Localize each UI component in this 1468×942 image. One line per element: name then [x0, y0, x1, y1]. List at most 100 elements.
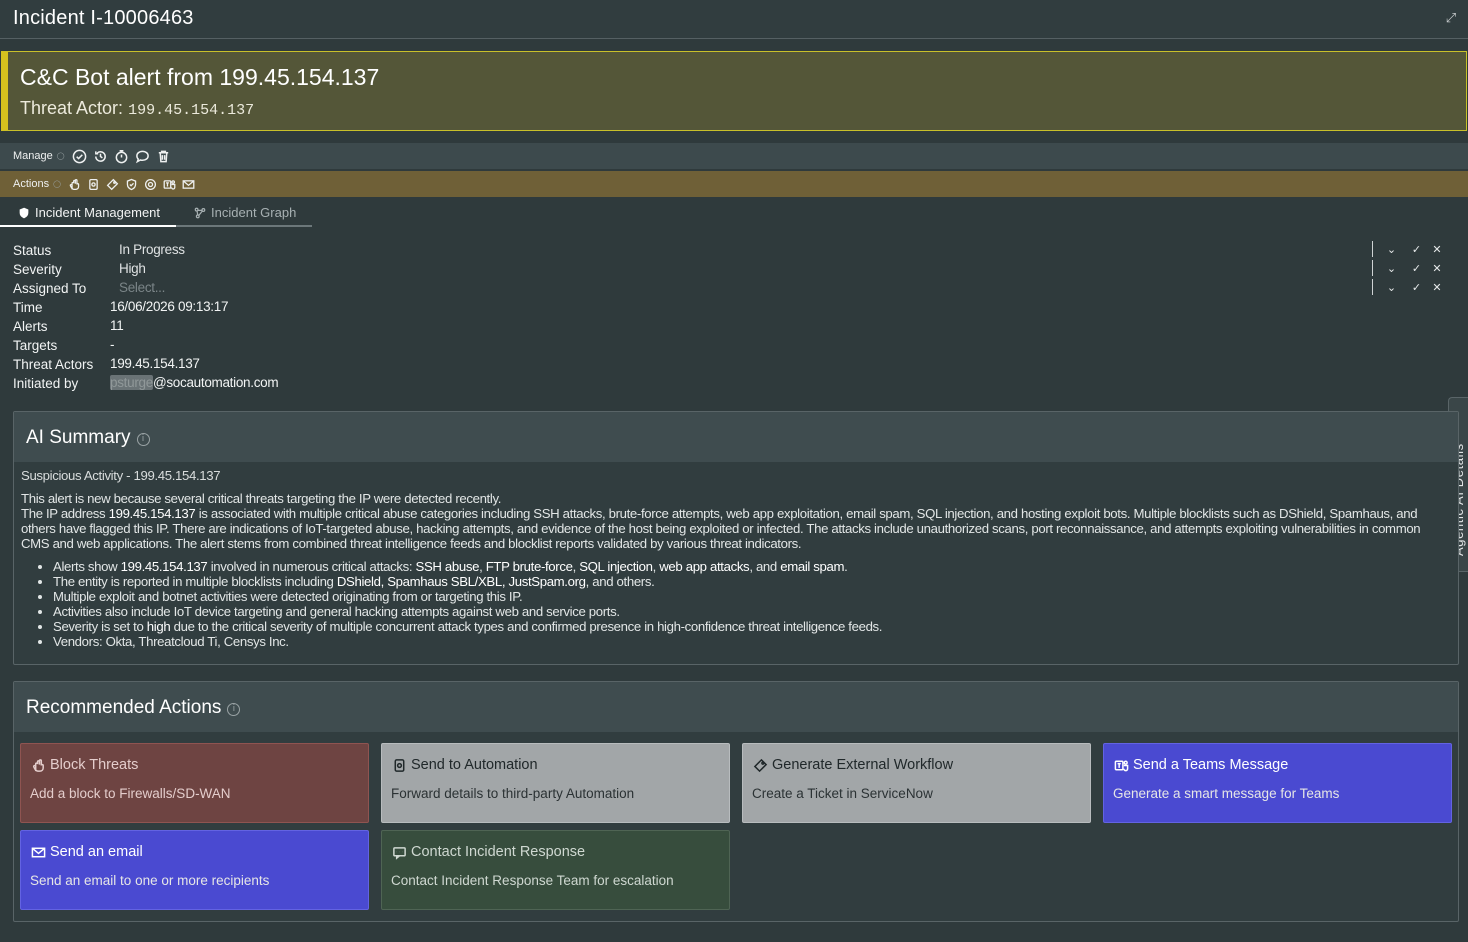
field-label: Threat Actors [13, 357, 94, 372]
send-email-card[interactable]: Send an email Send an email to one or mo… [20, 830, 369, 910]
check-icon[interactable]: ✓ [1404, 281, 1429, 294]
card-title: Send an email [31, 844, 143, 860]
send-to-automation-card[interactable]: Send to Automation Forward details to th… [381, 743, 730, 823]
status-select[interactable]: In Progress [119, 242, 185, 257]
field-assigned-to: Assigned To Select... ⌄ ✓ ✕ [13, 278, 1453, 297]
info-icon: ◯ [56, 153, 65, 160]
tab-incident-management[interactable]: Incident Management [0, 200, 177, 227]
ticket-icon [753, 758, 768, 772]
contact-icon[interactable] [143, 175, 159, 193]
actions-toolbar: Actions ◯ [0, 171, 1468, 197]
chevron-down-icon[interactable]: ⌄ [1379, 243, 1404, 256]
card-title: Block Threats [31, 757, 138, 773]
card-description: Send an email to one or more recipients [30, 873, 270, 888]
card-description: Forward details to third-party Automatio… [391, 786, 635, 801]
card-description: Create a Ticket in ServiceNow [752, 786, 933, 801]
info-icon[interactable]: i [227, 703, 241, 716]
expand-icon[interactable]: ⤢ [1444, 11, 1458, 25]
tab-label: Incident Management [35, 205, 161, 220]
field-label: Initiated by [13, 376, 79, 391]
tab-bar: Incident Management Incident Graph [0, 200, 313, 227]
recommended-actions-header: Recommended Actions i [14, 682, 1458, 732]
field-severity: Severity High ⌄ ✓ ✕ [13, 259, 1453, 278]
check-icon[interactable]: ✓ [1404, 262, 1429, 275]
teams-icon [1114, 760, 1129, 771]
tab-incident-graph[interactable]: Incident Graph [176, 200, 313, 227]
list-item: Severity is set to high due to the criti… [53, 619, 1446, 634]
close-icon[interactable]: ✕ [1429, 262, 1445, 275]
ai-summary-body: Suspicious Activity - 199.45.154.137 Thi… [21, 468, 1446, 649]
severity-select[interactable]: High [119, 261, 146, 276]
assignee-select[interactable]: Select... [119, 280, 165, 295]
threat-actor-line: Threat Actor: 199.45.154.137 [20, 98, 254, 119]
initiated-by-value: psturge@socautomation.com [110, 375, 279, 390]
close-icon[interactable]: ✕ [1429, 281, 1445, 294]
info-icon[interactable]: i [136, 433, 150, 446]
chevron-down-icon[interactable]: ⌄ [1379, 262, 1404, 275]
field-targets: Targets - [13, 335, 1453, 354]
list-item: Multiple exploit and botnet activities w… [53, 589, 1446, 604]
list-item: Activities also include IoT device targe… [53, 604, 1446, 619]
status-controls: ⌄ ✓ ✕ [1372, 241, 1445, 257]
timer-icon[interactable] [113, 147, 131, 165]
alert-banner: C&C Bot alert from 199.45.154.137 Threat… [1, 51, 1467, 131]
threat-actor-label: Threat Actor: [20, 98, 124, 118]
send-teams-message-card[interactable]: Send a Teams Message Generate a smart me… [1103, 743, 1452, 823]
ai-summary-title: AI Summary i [26, 427, 150, 449]
email-icon[interactable] [181, 175, 197, 193]
block-threats-card[interactable]: Block Threats Add a block to Firewalls/S… [20, 743, 369, 823]
alerts-value: 11 [110, 318, 124, 333]
card-title: Generate External Workflow [753, 757, 953, 773]
contact-incident-response-card[interactable]: Contact Incident Response Contact Incide… [381, 830, 730, 910]
chevron-down-icon[interactable]: ⌄ [1379, 281, 1404, 294]
email-icon [31, 847, 46, 857]
info-icon: ◯ [53, 181, 61, 188]
shield-icon[interactable] [124, 175, 140, 193]
threat-actor-value: 199.45.154.137 [128, 102, 255, 119]
list-item: Vendors: Okta, Threatcloud Ti, Censys In… [53, 634, 1446, 649]
list-item: The entity is reported in multiple block… [53, 574, 1446, 589]
email-domain: @socautomation.com [152, 375, 279, 390]
check-circle-icon[interactable] [71, 147, 89, 165]
close-icon[interactable]: ✕ [1429, 243, 1445, 256]
card-description: Generate a smart message for Teams [1113, 786, 1340, 801]
comment-icon[interactable] [134, 147, 152, 165]
ticket-icon[interactable] [105, 175, 121, 193]
targets-value: - [110, 337, 115, 352]
field-label: Severity [13, 262, 62, 277]
shield-icon [19, 207, 29, 218]
manage-toolbar: Manage ◯ [0, 143, 1468, 169]
chat-icon [393, 846, 406, 860]
check-icon[interactable]: ✓ [1404, 243, 1429, 256]
hand-block-icon[interactable] [67, 175, 83, 193]
trash-icon[interactable] [155, 147, 173, 165]
field-label: Targets [13, 338, 58, 353]
card-title: Contact Incident Response [392, 844, 585, 860]
automation-icon[interactable] [86, 175, 102, 193]
card-title: Send a Teams Message [1114, 757, 1288, 773]
history-icon[interactable] [92, 147, 110, 165]
recommended-actions-title: Recommended Actions i [26, 697, 241, 719]
redacted-username: psturge [110, 375, 153, 390]
field-alerts: Alerts 11 [13, 316, 1453, 335]
card-title: Send to Automation [392, 757, 538, 773]
summary-subtitle: Suspicious Activity - 199.45.154.137 [21, 468, 221, 483]
field-time: Time 16/06/2026 09:13:17 [13, 297, 1453, 316]
actions-label: Actions [13, 178, 50, 190]
field-initiated-by: Initiated by psturge@socautomation.com [13, 373, 1453, 392]
summary-line: This alert is new because several critic… [21, 491, 502, 506]
summary-paragraph: The IP address 199.45.154.137 is associa… [21, 506, 1421, 551]
card-description: Add a block to Firewalls/SD-WAN [30, 786, 231, 801]
threat-actors-value: 199.45.154.137 [110, 356, 200, 371]
assignee-controls: ⌄ ✓ ✕ [1372, 279, 1445, 295]
ai-summary-header: AI Summary i [14, 412, 1458, 462]
generate-external-workflow-card[interactable]: Generate External Workflow Create a Tick… [742, 743, 1091, 823]
card-description: Contact Incident Response Team for escal… [391, 873, 674, 888]
recommended-actions-panel: Recommended Actions i Block Threats Add a… [13, 681, 1459, 922]
graph-icon [194, 207, 206, 218]
summary-bullets: Alerts show 199.45.154.137 involved in n… [21, 559, 1446, 649]
teams-icon[interactable] [162, 175, 178, 193]
severity-controls: ⌄ ✓ ✕ [1372, 260, 1445, 276]
hand-block-icon [33, 758, 44, 772]
automation-icon [394, 758, 405, 772]
